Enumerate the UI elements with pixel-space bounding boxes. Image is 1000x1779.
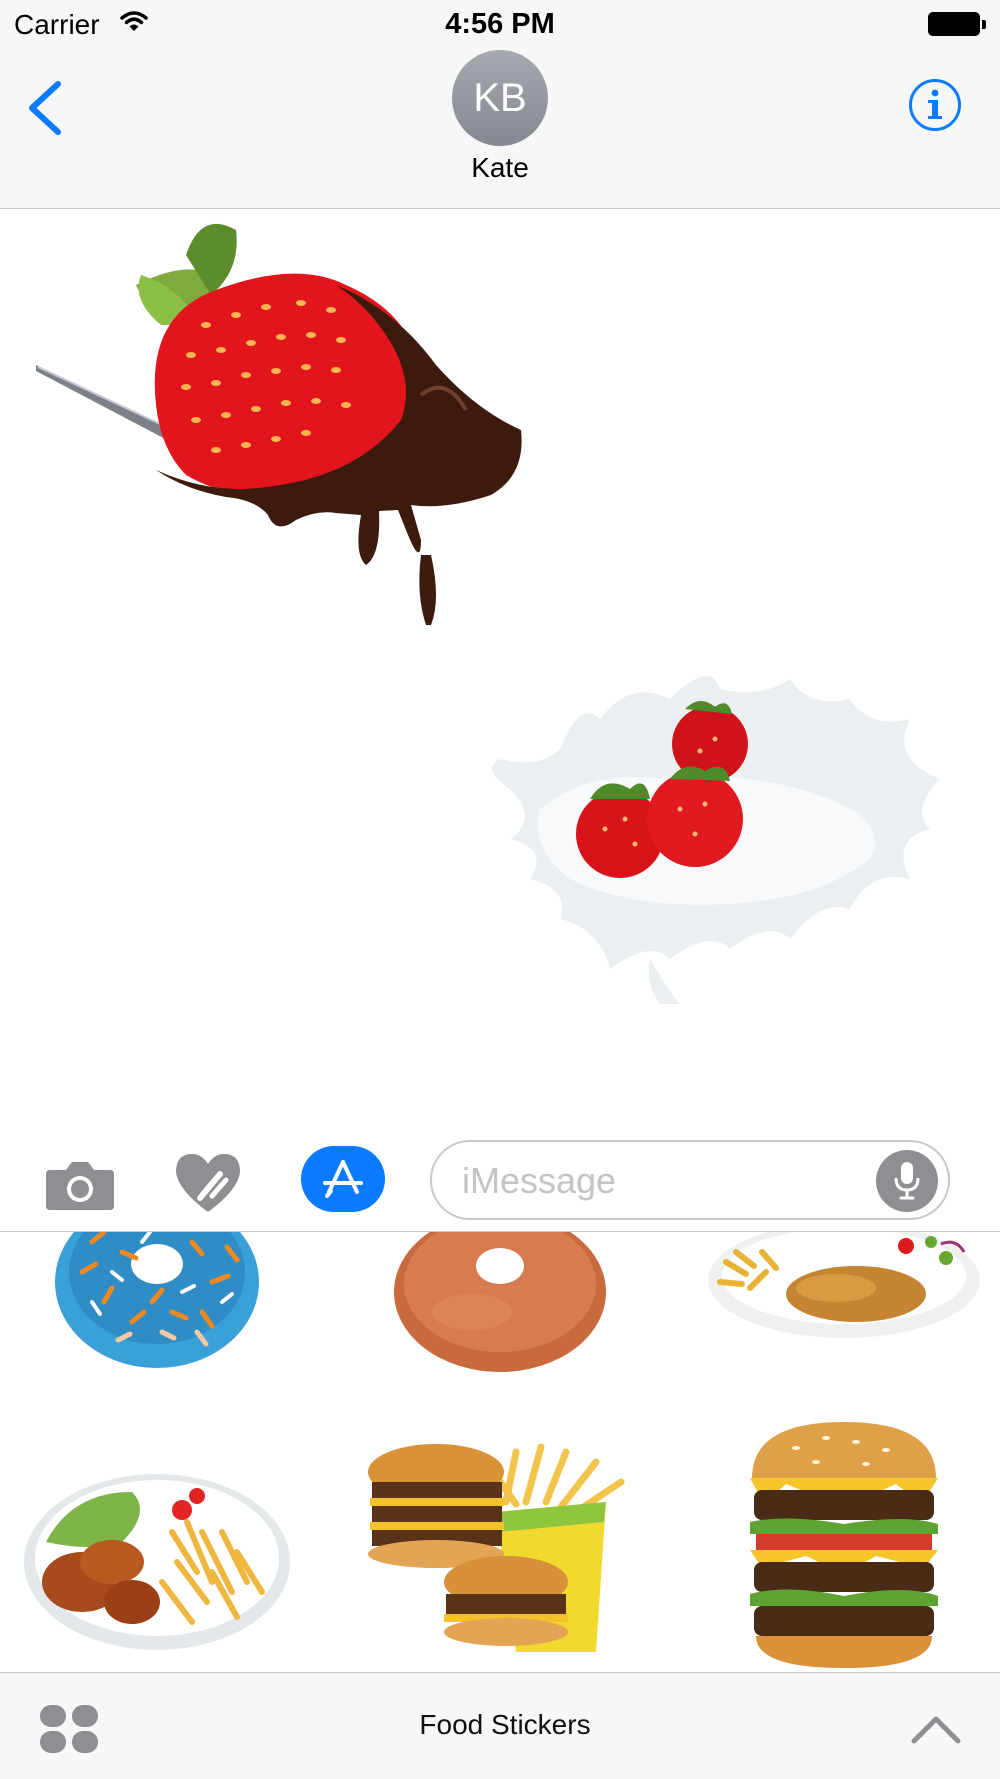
- microphone-icon: [894, 1162, 920, 1200]
- app-store-button[interactable]: [301, 1146, 385, 1212]
- drawer-sticker-sprinkled-donut[interactable]: [52, 1232, 262, 1372]
- chevron-up-icon[interactable]: [910, 1713, 962, 1745]
- info-icon[interactable]: [908, 78, 962, 132]
- digital-touch-heart-icon[interactable]: [172, 1150, 244, 1216]
- drawer-sticker-chicken-fries-plate[interactable]: [22, 1472, 292, 1652]
- message-input[interactable]: [460, 1160, 864, 1202]
- back-chevron-icon[interactable]: [22, 76, 70, 136]
- app-drawer-title: Food Stickers: [419, 1709, 591, 1740]
- compose-bar: [0, 1130, 1000, 1232]
- contact-name[interactable]: Kate: [0, 152, 1000, 184]
- drawer-sticker-burgers-fries[interactable]: [366, 1442, 638, 1662]
- conversation-header: KB Kate: [0, 50, 1000, 209]
- sticker-drawer[interactable]: [0, 1232, 1000, 1672]
- battery-icon: [928, 12, 986, 36]
- message-thread[interactable]: [0, 209, 1000, 1129]
- drawer-sticker-cheeseburger[interactable]: [746, 1418, 942, 1672]
- microphone-button[interactable]: [876, 1150, 938, 1212]
- drawer-sticker-schnitzel-plate[interactable]: [706, 1232, 982, 1340]
- drawer-sticker-glazed-donut[interactable]: [392, 1232, 608, 1374]
- contact-avatar[interactable]: KB: [452, 50, 548, 146]
- sticker-strawberry-milk-splash[interactable]: [470, 659, 960, 1004]
- camera-icon[interactable]: [44, 1158, 116, 1212]
- app-store-icon: [323, 1160, 363, 1198]
- app-drawer-footer: Food Stickers: [0, 1672, 1000, 1779]
- status-bar: Carrier 4:56 PM: [0, 0, 1000, 50]
- sticker-chocolate-strawberry[interactable]: [36, 215, 536, 655]
- imessage-field[interactable]: [430, 1140, 950, 1220]
- status-time: 4:56 PM: [445, 8, 555, 40]
